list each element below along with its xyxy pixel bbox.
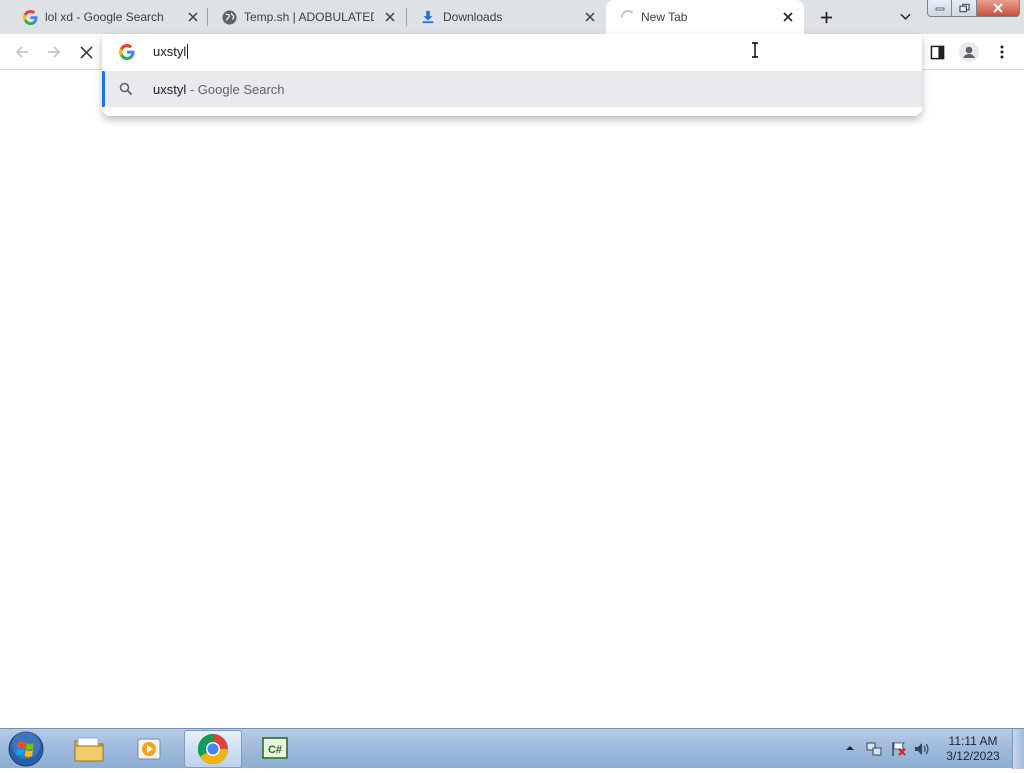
windows-taskbar: C# 11:11 AM 3/12/2023 — [0, 728, 1024, 769]
taskbar-explorer[interactable] — [60, 730, 118, 768]
windows-logo-icon — [8, 731, 44, 767]
window-controls — [927, 0, 1020, 18]
media-player-icon — [137, 738, 161, 760]
suggestion-query: uxstyl — [153, 82, 187, 97]
side-panel-button[interactable] — [925, 40, 949, 64]
text-caret — [187, 44, 189, 59]
csharp-icon: C# — [262, 737, 288, 759]
globe-icon — [221, 9, 237, 25]
tab-close-button[interactable] — [582, 9, 598, 25]
show-desktop-button[interactable] — [1012, 729, 1024, 769]
new-tab-button[interactable] — [816, 7, 836, 27]
google-g-icon — [22, 9, 38, 25]
action-center-flag-icon[interactable] — [891, 741, 907, 757]
suggestion-label: uxstyl - Google Search — [153, 82, 285, 97]
tab-title: Downloads — [443, 10, 503, 24]
start-button[interactable] — [6, 730, 46, 768]
more-vert-icon — [1000, 45, 1004, 59]
omnibox-text: uxstyl — [153, 44, 189, 59]
tab-search-button[interactable] — [896, 8, 914, 26]
tab-new-tab[interactable]: New Tab — [606, 0, 804, 34]
download-icon — [420, 9, 436, 25]
taskbar-media-player[interactable] — [120, 730, 178, 768]
tab-close-button[interactable] — [780, 9, 796, 25]
google-g-icon — [119, 44, 135, 60]
network-icon[interactable] — [866, 741, 882, 757]
avatar — [959, 42, 979, 62]
close-window-button[interactable] — [977, 0, 1020, 17]
loading-spinner-icon — [620, 9, 636, 25]
page-content — [0, 71, 1024, 728]
tab-close-button[interactable] — [185, 9, 201, 25]
omnibox-suggestion[interactable]: uxstyl - Google Search — [102, 71, 922, 107]
system-clock[interactable]: 11:11 AM 3/12/2023 — [940, 734, 1006, 764]
chrome-icon — [197, 734, 229, 765]
taskbar-csharp[interactable]: C# — [246, 730, 304, 768]
stop-loading-button[interactable] — [74, 40, 98, 64]
close-icon — [79, 45, 93, 59]
omnibox-input[interactable]: uxstyl — [102, 34, 922, 70]
taskbar-chrome[interactable] — [184, 730, 242, 768]
omnibox-value: uxstyl — [153, 44, 187, 59]
restore-button[interactable] — [952, 0, 977, 17]
search-icon — [119, 82, 133, 96]
arrow-right-icon — [48, 46, 61, 58]
folder-icon — [74, 737, 104, 762]
tab-close-button[interactable] — [382, 9, 398, 25]
side-panel-icon — [930, 45, 944, 59]
tab-downloads[interactable]: Downloads — [406, 0, 606, 34]
tray-expand-icon[interactable] — [846, 745, 854, 751]
back-button[interactable] — [10, 40, 34, 64]
tab-google-search[interactable]: lol xd - Google Search — [8, 0, 208, 34]
clock-time: 11:11 AM — [948, 734, 998, 748]
tab-strip: lol xd - Google Search Temp.sh | ADOBULA… — [0, 0, 1024, 34]
svg-text:C#: C# — [268, 744, 282, 756]
arrow-left-icon — [15, 46, 28, 58]
minimize-button[interactable] — [927, 0, 952, 17]
tab-title: lol xd - Google Search — [45, 10, 164, 24]
clock-date: 3/12/2023 — [946, 749, 1000, 763]
volume-icon[interactable] — [914, 741, 930, 757]
omnibox-popup: uxstyl uxstyl - Google Search — [102, 34, 922, 116]
chevron-down-icon — [899, 13, 911, 20]
text-cursor-icon — [752, 42, 758, 58]
forward-button[interactable] — [42, 40, 66, 64]
browser-menu-button[interactable] — [990, 40, 1014, 64]
selection-indicator — [102, 71, 105, 107]
profile-button[interactable] — [957, 40, 981, 64]
suggestion-suffix: - Google Search — [186, 82, 285, 97]
tab-temp-sh[interactable]: Temp.sh | ADOBULATED. — [207, 0, 407, 34]
tab-title: New Tab — [641, 10, 688, 24]
tab-title: Temp.sh | ADOBULATED. — [244, 10, 374, 24]
